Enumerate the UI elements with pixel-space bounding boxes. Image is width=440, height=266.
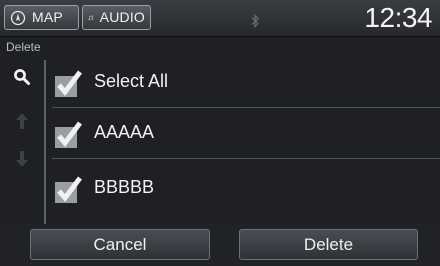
checkbox-checked-icon[interactable] xyxy=(52,68,84,100)
delete-list: Select All AAAAA BBBBB xyxy=(46,58,440,224)
music-note-icon xyxy=(88,15,93,20)
audio-label: AUDIO xyxy=(99,9,145,25)
cancel-button[interactable]: Cancel xyxy=(30,229,210,260)
map-label: MAP xyxy=(32,9,63,25)
scroll-down-icon[interactable] xyxy=(11,148,33,170)
search-icon[interactable] xyxy=(11,66,33,88)
action-bar: Cancel Delete xyxy=(0,224,440,266)
row-divider xyxy=(52,107,440,108)
row-divider xyxy=(52,158,440,159)
list-item-label: BBBBB xyxy=(94,177,155,197)
list-item-label: Select All xyxy=(94,71,169,91)
clock: 12:34 xyxy=(364,2,432,33)
audio-button[interactable]: AUDIO xyxy=(82,5,151,30)
list-item-label: AAAAA xyxy=(94,122,155,142)
map-button[interactable]: MAP xyxy=(4,5,79,30)
list-item-select-all[interactable]: Select All xyxy=(46,58,440,108)
delete-button[interactable]: Delete xyxy=(239,229,418,260)
page-title: Delete xyxy=(6,40,41,54)
left-rail xyxy=(0,58,44,224)
bluetooth-icon xyxy=(251,14,259,28)
compass-icon xyxy=(10,10,26,25)
status-bar: MAP AUDIO 12:34 xyxy=(0,0,440,37)
checkbox-checked-icon[interactable] xyxy=(52,119,84,151)
checkbox-checked-icon[interactable] xyxy=(52,174,84,206)
list-item[interactable]: BBBBB xyxy=(46,164,440,214)
scroll-up-icon[interactable] xyxy=(11,110,33,132)
navigation-screen: MAP AUDIO 12:34 Delete Select All AAAAA … xyxy=(0,0,440,266)
list-item[interactable]: AAAAA xyxy=(46,109,440,159)
